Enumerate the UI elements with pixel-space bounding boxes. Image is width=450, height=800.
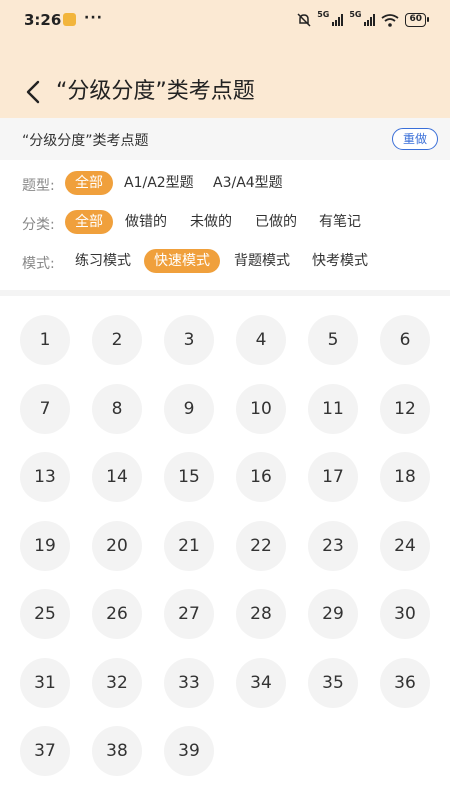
battery-icon: 60 [405, 13, 429, 27]
question-number-button[interactable]: 21 [164, 520, 214, 571]
wifi-icon [381, 13, 400, 27]
question-number-button[interactable]: 16 [236, 452, 286, 502]
question-number-button[interactable]: 32 [92, 657, 142, 708]
question-number-button[interactable]: 11 [308, 383, 358, 434]
type-option-a1a2[interactable]: A1/A2型题 [114, 171, 204, 195]
question-number-button[interactable]: 9 [164, 383, 214, 434]
type-option-all[interactable]: 全部 [65, 171, 113, 195]
network-label-2: 5G [349, 10, 362, 19]
question-number-button[interactable]: 37 [20, 726, 70, 776]
category-option-notes[interactable]: 有笔记 [309, 210, 371, 234]
status-right: 5G 5G 60 [297, 10, 429, 30]
question-number-button[interactable]: 38 [92, 726, 142, 776]
question-number-button[interactable]: 3 [164, 315, 214, 365]
redo-button[interactable]: 重做 [392, 128, 438, 150]
question-number-button[interactable]: 34 [236, 657, 286, 708]
question-number-button[interactable]: 39 [164, 726, 214, 776]
question-number-button[interactable]: 20 [92, 520, 142, 571]
mute-icon [297, 13, 311, 27]
question-number-button[interactable]: 5 [308, 315, 358, 365]
category-option-undone[interactable]: 未做的 [180, 210, 242, 234]
question-number-button[interactable]: 35 [308, 657, 358, 708]
filter-label-type: 题型: [22, 178, 55, 194]
question-number-button[interactable]: 1 [20, 315, 70, 365]
filter-row-mode: 模式: 练习模式 快速模式 背题模式 快考模式 [0, 249, 450, 275]
network-label-1: 5G [317, 10, 330, 19]
question-number-button[interactable]: 18 [380, 452, 430, 502]
mode-option-quick[interactable]: 快速模式 [144, 249, 220, 273]
question-number-button[interactable]: 10 [236, 383, 286, 434]
question-number-button[interactable]: 14 [92, 452, 142, 502]
category-option-wrong[interactable]: 做错的 [115, 210, 177, 234]
question-number-button[interactable]: 26 [92, 589, 142, 639]
question-number-button[interactable]: 30 [380, 589, 430, 639]
category-option-done[interactable]: 已做的 [245, 210, 307, 234]
back-arrow-icon[interactable] [22, 78, 48, 106]
signal-icon [332, 14, 344, 26]
mode-option-exam[interactable]: 快考模式 [302, 249, 378, 273]
question-number-button[interactable]: 22 [236, 520, 286, 571]
question-number-button[interactable]: 8 [92, 383, 142, 434]
status-time: 3:26 [24, 11, 62, 29]
question-number-button[interactable]: 33 [164, 657, 214, 708]
page-title: “分级分度”类考点题 [56, 79, 255, 104]
question-number-button[interactable]: 27 [164, 589, 214, 639]
question-number-button[interactable]: 24 [380, 520, 430, 571]
status-bar: 3:26 ··· 5G 5G 60 [0, 0, 450, 40]
type-option-a3a4[interactable]: A3/A4型题 [203, 171, 293, 195]
question-number-button[interactable]: 28 [236, 589, 286, 639]
notification-icon [63, 13, 76, 26]
question-number-button[interactable]: 15 [164, 452, 214, 502]
filter-row-category: 分类: 全部 做错的 未做的 已做的 有笔记 [0, 210, 450, 236]
filter-label-mode: 模式: [22, 256, 55, 272]
question-number-button[interactable]: 36 [380, 657, 430, 708]
question-number-button[interactable]: 19 [20, 520, 70, 571]
question-number-button[interactable]: 6 [380, 315, 430, 365]
question-number-button[interactable]: 4 [236, 315, 286, 365]
page-header: “分级分度”类考点题 [0, 70, 450, 114]
signal-icon [364, 14, 376, 26]
question-number-button[interactable]: 17 [308, 452, 358, 502]
top-bar: 3:26 ··· 5G 5G 60 “分级分度”类考点题 [0, 0, 450, 118]
subtitle-bar: “分级分度”类考点题 重做 [0, 118, 450, 160]
filter-label-category: 分类: [22, 217, 55, 233]
question-number-button[interactable]: 2 [92, 315, 142, 365]
question-number-button[interactable]: 29 [308, 589, 358, 639]
question-number-button[interactable]: 13 [20, 452, 70, 502]
mode-option-practice[interactable]: 练习模式 [65, 249, 141, 273]
category-option-all[interactable]: 全部 [65, 210, 113, 234]
question-number-button[interactable]: 31 [20, 657, 70, 708]
more-notifications-icon: ··· [84, 10, 103, 26]
question-number-button[interactable]: 23 [308, 520, 358, 571]
question-number-button[interactable]: 12 [380, 383, 430, 434]
question-number-button[interactable]: 7 [20, 383, 70, 434]
filter-row-type: 题型: 全部 A1/A2型题 A3/A4型题 [0, 171, 450, 197]
question-number-button[interactable]: 25 [20, 589, 70, 639]
filter-panel: 题型: 全部 A1/A2型题 A3/A4型题 分类: 全部 做错的 未做的 已做… [0, 160, 450, 288]
question-grid: 1 2 3 4 5 6 7 8 9 10 11 12 13 14 15 16 17 18 19 20 21 22 23 24 2… [0, 296, 450, 796]
section-title: “分级分度”类考点题 [22, 133, 149, 149]
mode-option-recite[interactable]: 背题模式 [224, 249, 300, 273]
